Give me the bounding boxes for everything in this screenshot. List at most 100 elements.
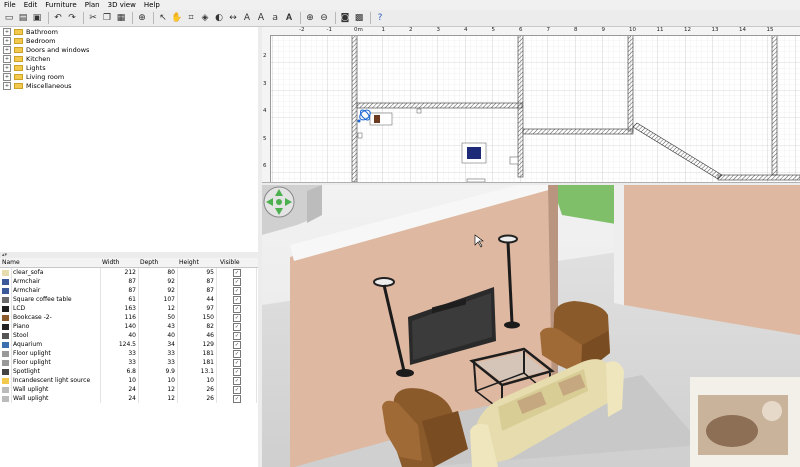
furniture-depth: 33	[140, 349, 178, 358]
text-size-icon[interactable]: ａ	[269, 12, 281, 24]
ruler-tick-label: 7	[546, 27, 551, 33]
column-header-name[interactable]: Name	[2, 258, 20, 267]
create-polylines-icon[interactable]: ◐	[213, 12, 225, 24]
expand-icon[interactable]: +	[3, 72, 11, 81]
expand-icon[interactable]: +	[3, 54, 11, 63]
menu-plan[interactable]: Plan	[81, 1, 104, 9]
text-bold-icon[interactable]: 𝐀	[283, 12, 295, 24]
help-icon[interactable]: ?	[374, 12, 386, 24]
table-row[interactable]: Stool 40 40 46 ✓	[0, 331, 258, 340]
table-row[interactable]: Bookcase -2- 116 50 150 ✓	[0, 313, 258, 322]
visible-checkbox[interactable]: ✓	[218, 367, 257, 376]
cut-icon[interactable]: ✂	[87, 12, 99, 24]
table-row[interactable]: Armchair 87 92 87 ✓	[0, 277, 258, 286]
zoom-out-icon[interactable]: ⊖	[318, 12, 330, 24]
plan-canvas[interactable]	[262, 27, 800, 182]
redo-icon[interactable]: ↷	[66, 12, 78, 24]
column-header-visible[interactable]: Visible	[220, 258, 240, 267]
text-style-icon[interactable]: Ａ	[255, 12, 267, 24]
video-icon[interactable]: ▩	[353, 12, 365, 24]
toolbar-separator	[335, 12, 336, 24]
catalog-category[interactable]: + Lights	[3, 63, 46, 72]
furniture-height: 129	[179, 340, 217, 349]
toolbar-separator	[300, 12, 301, 24]
catalog-category[interactable]: + Bedroom	[3, 36, 55, 45]
visible-checkbox[interactable]: ✓	[218, 340, 257, 349]
catalog-category[interactable]: + Living room	[3, 72, 64, 81]
menu-3d-view[interactable]: 3D view	[104, 1, 140, 9]
furniture-depth: 50	[140, 313, 178, 322]
toolbar: ▭ ▤ ▣ ↶ ↷ ✂ ❐ ▦ ⊕ ↖ ✋ ⌗ ◈ ◐ ↔ A Ａ ａ 𝐀 ⊕ …	[0, 10, 800, 27]
column-header-width[interactable]: Width	[102, 258, 119, 267]
expand-icon[interactable]: +	[3, 36, 11, 45]
catalog-category[interactable]: + Bathroom	[3, 27, 58, 36]
pan-icon[interactable]: ✋	[171, 12, 183, 24]
add-text-icon[interactable]: A	[241, 12, 253, 24]
table-row[interactable]: Spotlight 6.8 9.9 13.1 ✓	[0, 367, 258, 376]
menu-furniture[interactable]: Furniture	[41, 1, 80, 9]
table-row[interactable]: Piano 140 43 82 ✓	[0, 322, 258, 331]
visible-checkbox[interactable]: ✓	[218, 394, 257, 403]
new-icon[interactable]: ▭	[3, 12, 15, 24]
expand-icon[interactable]: +	[3, 45, 11, 54]
zoom-in-icon[interactable]: ⊕	[304, 12, 316, 24]
save-icon[interactable]: ▣	[31, 12, 43, 24]
table-row[interactable]: LCD 163 12 97 ✓	[0, 304, 258, 313]
table-row[interactable]: Square coffee table 61 107 44 ✓	[0, 295, 258, 304]
3d-view[interactable]	[262, 185, 800, 467]
column-header-depth[interactable]: Depth	[140, 258, 158, 267]
expand-icon[interactable]: +	[3, 27, 11, 36]
visible-checkbox[interactable]: ✓	[218, 268, 257, 277]
open-icon[interactable]: ▤	[17, 12, 29, 24]
photo-icon[interactable]: ◙	[339, 12, 351, 24]
table-row[interactable]: Aquarium 124.5 34 129 ✓	[0, 340, 258, 349]
menu-file[interactable]: File	[0, 1, 20, 9]
visible-checkbox[interactable]: ✓	[218, 376, 257, 385]
create-rooms-icon[interactable]: ◈	[199, 12, 211, 24]
visible-checkbox[interactable]: ✓	[218, 349, 257, 358]
expand-icon[interactable]: +	[3, 81, 11, 90]
visible-checkbox[interactable]: ✓	[218, 313, 257, 322]
plan-view[interactable]	[262, 27, 800, 182]
undo-icon[interactable]: ↶	[52, 12, 64, 24]
furniture-height: 44	[179, 295, 217, 304]
visible-checkbox[interactable]: ✓	[218, 304, 257, 313]
visible-checkbox[interactable]: ✓	[218, 385, 257, 394]
table-row[interactable]: Wall uplight 24 12 26 ✓	[0, 385, 258, 394]
table-row[interactable]: Incandescent light source 10 10 10 ✓	[0, 376, 258, 385]
3d-canvas[interactable]	[262, 185, 800, 467]
furniture-name: Armchair	[13, 286, 101, 295]
ruler-tick-label: 8	[574, 27, 578, 33]
ruler-tick-label: 3	[436, 27, 441, 33]
select-icon[interactable]: ↖	[157, 12, 169, 24]
visible-checkbox[interactable]: ✓	[218, 286, 257, 295]
menu-help[interactable]: Help	[140, 1, 164, 9]
catalog-category[interactable]: + Miscellaneous	[3, 81, 72, 90]
visible-checkbox[interactable]: ✓	[218, 331, 257, 340]
table-row[interactable]: Armchair 87 92 87 ✓	[0, 286, 258, 295]
column-header-height[interactable]: Height	[179, 258, 199, 267]
furniture-depth: 12	[140, 304, 178, 313]
visible-checkbox[interactable]: ✓	[218, 277, 257, 286]
table-row[interactable]: Floor uplight 33 33 181 ✓	[0, 358, 258, 367]
3d-navigation-arrows-icon[interactable]	[263, 186, 295, 218]
add-furniture-icon[interactable]: ⊕	[136, 12, 148, 24]
catalog-category-label: Doors and windows	[26, 45, 90, 54]
visible-checkbox[interactable]: ✓	[218, 358, 257, 367]
table-row[interactable]: Wall uplight 24 12 26 ✓	[0, 394, 258, 403]
create-dimensions-icon[interactable]: ↔	[227, 12, 239, 24]
visible-checkbox[interactable]: ✓	[218, 322, 257, 331]
paste-icon[interactable]: ▦	[115, 12, 127, 24]
ruler-tick-label: -1	[326, 27, 332, 33]
catalog-category[interactable]: + Kitchen	[3, 54, 50, 63]
visible-checkbox[interactable]: ✓	[218, 295, 257, 304]
furniture-name: Armchair	[13, 277, 101, 286]
table-row[interactable]: clear_sofa 212 80 95 ✓	[0, 268, 258, 277]
table-row[interactable]: Floor uplight 33 33 181 ✓	[0, 349, 258, 358]
create-walls-icon[interactable]: ⌗	[185, 12, 197, 24]
expand-icon[interactable]: +	[3, 63, 11, 72]
menu-edit[interactable]: Edit	[20, 1, 42, 9]
copy-icon[interactable]: ❐	[101, 12, 113, 24]
catalog-category[interactable]: + Doors and windows	[3, 45, 89, 54]
furniture-table-header: Name Width Depth Height Visible	[0, 258, 258, 268]
